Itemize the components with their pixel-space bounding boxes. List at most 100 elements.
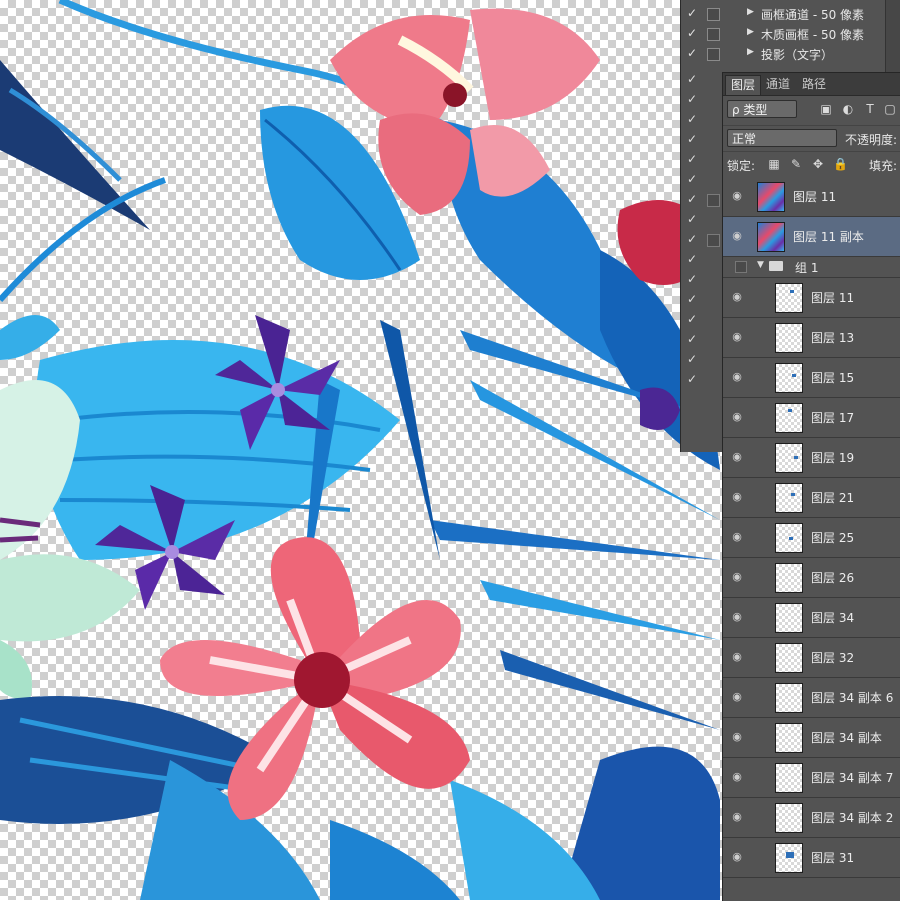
layer-row[interactable]: ◉ 图层 26 [723,558,900,598]
style-row-frame-channel[interactable]: ✓ ▶ 画框通道 - 50 像素 [681,4,900,24]
check-icon[interactable]: ✓ [687,212,701,226]
tab-channels[interactable]: 通道 [761,75,795,94]
style-row-wood-frame[interactable]: ✓ ▶ 木质画框 - 50 像素 [681,24,900,44]
eye-visibility-icon[interactable]: ◉ [729,570,745,584]
eye-visibility-icon[interactable]: ◉ [729,189,745,203]
layer-row[interactable]: ◉ 图层 11 [723,278,900,318]
layer-row[interactable]: ◉ 图层 21 [723,478,900,518]
layer-row[interactable]: ◉ 图层 15 [723,358,900,398]
check-icon[interactable]: ✓ [687,232,701,246]
expand-triangle-icon[interactable]: ▶ [747,7,754,17]
layer-name: 图层 11 [811,291,855,305]
eye-visibility-icon[interactable]: ◉ [729,410,745,424]
opacity-label: 不透明度: [845,133,898,147]
layer-name: 图层 34 副本 2 [811,811,894,825]
layer-name: 图层 17 [811,411,855,425]
visibility-box[interactable] [735,261,747,273]
check-icon[interactable]: ✓ [687,332,701,346]
layer-name: 图层 34 副本 6 [811,691,894,705]
check-icon[interactable]: ✓ [687,132,701,146]
adjustment-filter-icon[interactable]: ◐ [841,102,855,116]
check-icon[interactable]: ✓ [687,192,701,206]
layer-thumbnail [775,603,803,633]
check-icon[interactable]: ✓ [687,372,701,386]
eye-visibility-icon[interactable]: ◉ [729,450,745,464]
check-icon[interactable]: ✓ [687,6,699,20]
eye-visibility-icon[interactable]: ◉ [729,330,745,344]
check-icon[interactable]: ✓ [687,352,701,366]
layer-thumbnail [775,723,803,753]
layer-thumbnail [757,222,785,252]
layer-name: 图层 11 副本 [793,230,864,244]
eye-visibility-icon[interactable]: ◉ [729,770,745,784]
type-filter-icon[interactable]: T [863,102,877,116]
lock-image-brush-icon[interactable]: ✎ [789,157,803,171]
layer-name: 图层 34 副本 [811,731,882,745]
layer-row-selected[interactable]: ◉ 图层 11 副本 [723,217,900,257]
layer-row[interactable]: ◉ 图层 34 副本 2 [723,798,900,838]
eye-visibility-icon[interactable]: ◉ [729,810,745,824]
layer-thumbnail [775,443,803,473]
eye-visibility-icon[interactable]: ◉ [729,610,745,624]
check-icon[interactable]: ✓ [687,92,701,106]
style-toggle-box[interactable] [707,234,720,247]
layer-name: 图层 11 [793,190,837,204]
style-label: 投影（文字） [761,48,834,62]
filter-kind-select[interactable]: ρ 类型 [727,100,797,118]
check-icon[interactable]: ✓ [687,46,699,60]
layer-row[interactable]: ◉ 图层 11 [723,177,900,217]
layer-row[interactable]: ◉ 图层 13 [723,318,900,358]
eye-visibility-icon[interactable]: ◉ [729,229,745,243]
style-toggle-box[interactable] [707,194,720,207]
eye-visibility-icon[interactable]: ◉ [729,290,745,304]
layer-row[interactable]: ◉ 图层 34 [723,598,900,638]
check-icon[interactable]: ✓ [687,292,701,306]
expand-triangle-icon[interactable]: ▶ [747,27,754,37]
layer-thumbnail [775,643,803,673]
eye-visibility-icon[interactable]: ◉ [729,690,745,704]
lock-all-padlock-icon[interactable]: 🔒 [833,157,848,171]
layer-row[interactable]: ◉ 图层 31 [723,838,900,878]
tab-layers[interactable]: 图层 [725,75,762,95]
layer-name: 图层 26 [811,571,855,585]
blend-mode-select[interactable]: 正常 [727,129,837,147]
style-toggle-box[interactable] [707,48,720,61]
layer-thumbnail [775,363,803,393]
group-row[interactable]: ▼ 组 1 [723,257,900,278]
lock-transparent-icon[interactable]: ▦ [767,157,781,171]
layer-row[interactable]: ◉ 图层 17 [723,398,900,438]
eye-visibility-icon[interactable]: ◉ [729,850,745,864]
check-icon[interactable]: ✓ [687,312,701,326]
check-icon[interactable]: ✓ [687,72,701,86]
check-icon[interactable]: ✓ [687,252,701,266]
check-icon[interactable]: ✓ [687,152,701,166]
tab-paths[interactable]: 路径 [797,75,831,94]
style-toggle-box[interactable] [707,8,720,21]
layer-row[interactable]: ◉ 图层 34 副本 7 [723,758,900,798]
layer-row[interactable]: ◉ 图层 34 副本 [723,718,900,758]
check-icon[interactable]: ✓ [687,112,701,126]
layer-name: 图层 21 [811,491,855,505]
eye-visibility-icon[interactable]: ◉ [729,370,745,384]
expand-triangle-icon[interactable]: ▶ [747,47,754,57]
layer-row[interactable]: ◉ 图层 32 [723,638,900,678]
style-label: 画框通道 - 50 像素 [761,8,865,22]
check-icon[interactable]: ✓ [687,172,701,186]
blend-row: 正常 不透明度: [723,125,900,150]
layer-list: ◉ 图层 11 ◉ 图层 11 副本 ▼ 组 1 ◉ 图层 11 ◉ 图层 13… [723,177,900,901]
eye-visibility-icon[interactable]: ◉ [729,490,745,504]
style-row-drop-shadow[interactable]: ✓ ▶ 投影（文字） [681,44,900,64]
check-icon[interactable]: ✓ [687,26,699,40]
layer-row[interactable]: ◉ 图层 34 副本 6 [723,678,900,718]
style-toggle-box[interactable] [707,28,720,41]
eye-visibility-icon[interactable]: ◉ [729,530,745,544]
eye-visibility-icon[interactable]: ◉ [729,730,745,744]
eye-visibility-icon[interactable]: ◉ [729,650,745,664]
shape-filter-icon[interactable]: ▢ [883,102,897,116]
lock-position-move-icon[interactable]: ✥ [811,157,825,171]
group-expand-triangle-icon[interactable]: ▼ [757,260,764,270]
check-icon[interactable]: ✓ [687,272,701,286]
layer-row[interactable]: ◉ 图层 25 [723,518,900,558]
layer-row[interactable]: ◉ 图层 19 [723,438,900,478]
image-filter-icon[interactable]: ▣ [819,102,833,116]
